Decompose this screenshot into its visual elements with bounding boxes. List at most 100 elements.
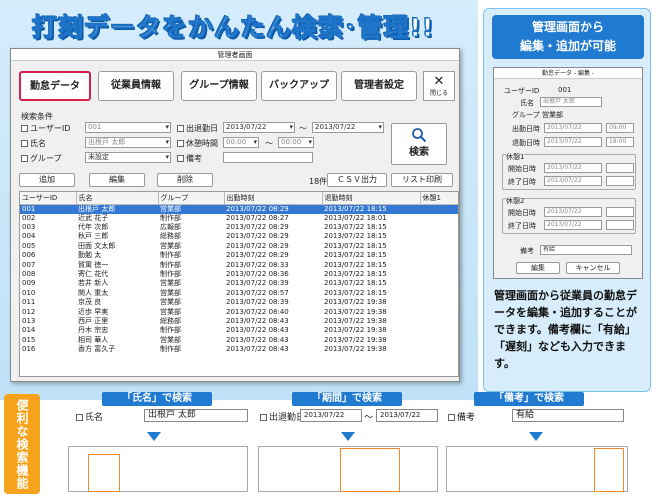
search-button[interactable]: 検索 xyxy=(391,123,447,165)
edit-form-title: 勤怠データ - 編集 - xyxy=(494,68,642,79)
edit-in-date[interactable]: 2013/07/22 xyxy=(544,123,602,133)
table-row[interactable]: 014 丹木 宗忠 制作部 2013/07/22 08:43 2013/07/22 19… xyxy=(20,326,458,335)
break2-start-time[interactable] xyxy=(606,207,634,217)
period-from-input[interactable]: 2013/07/22 xyxy=(300,409,362,422)
break1-start-date[interactable]: 2013/07/22 xyxy=(544,163,602,173)
edit-out-time[interactable]: 18:00 xyxy=(606,137,634,147)
tab-attendance-data[interactable]: 勤怠データ xyxy=(19,71,91,101)
break1-start-label: 開始日時 xyxy=(508,165,536,173)
column-header[interactable]: 出勤時刻 xyxy=(224,192,323,205)
user-id-select[interactable]: 001 xyxy=(85,122,171,133)
break2-start-label: 開始日時 xyxy=(508,209,536,217)
table-cell: 2013/07/22 08:27 xyxy=(226,213,289,222)
memo-input[interactable] xyxy=(223,152,313,163)
table-row[interactable]: 010 関人 重太 営業部 2013/07/22 08:57 2013/07/22 18… xyxy=(20,288,458,298)
date-to-input[interactable]: 2013/07/22 xyxy=(312,122,384,133)
memo-filter[interactable]: 備考 xyxy=(177,153,202,164)
name-checkbox[interactable] xyxy=(21,140,28,147)
table-cell: 2013/07/22 18:15 xyxy=(324,288,387,297)
table-cell: 2013/07/22 18:15 xyxy=(324,270,387,279)
table-row[interactable]: 008 寄仁 花代 制作部 2013/07/22 08:36 2013/07/22 18… xyxy=(20,270,458,279)
table-cell: 2013/07/22 19:38 xyxy=(324,307,387,316)
tab-backup[interactable]: バックアップ xyxy=(261,71,337,101)
edit-in-time[interactable]: 09:00 xyxy=(606,123,634,133)
date-from-input[interactable]: 2013/07/22 xyxy=(223,122,295,133)
user-id-filter[interactable]: ユーザーID xyxy=(21,123,70,134)
break2-start-date[interactable]: 2013/07/22 xyxy=(544,207,602,217)
name-select[interactable]: 出根戸 太郎 xyxy=(85,137,171,148)
break2-end-date[interactable]: 2013/07/22 xyxy=(544,220,602,230)
column-header[interactable]: 退勤時刻 xyxy=(322,192,421,205)
name-search-input[interactable]: 出根戸 太郎 xyxy=(144,409,248,422)
table-row[interactable]: 016 香方 富久子 制作部 2013/07/22 08:43 2013/07/22 1… xyxy=(20,345,458,354)
date-filter[interactable]: 出退勤日 xyxy=(177,123,218,134)
name-search-checkbox[interactable] xyxy=(76,414,83,421)
break-checkbox[interactable] xyxy=(177,140,184,147)
break-from-input[interactable]: 00:00 xyxy=(223,137,259,148)
table-cell: 営業部 xyxy=(160,335,181,344)
csv-export-button[interactable]: ＣＳＶ出力 xyxy=(327,173,387,187)
tab-group-info[interactable]: グループ情報 xyxy=(181,71,257,101)
name-filter[interactable]: 氏名 xyxy=(21,138,46,149)
column-header[interactable]: 氏名 xyxy=(76,192,159,205)
close-button[interactable]: ✕ 閉じる xyxy=(423,71,455,101)
table-cell: 寄仁 花代 xyxy=(78,270,109,279)
table-cell: 広報部 xyxy=(160,223,181,232)
delete-button[interactable]: 削除 xyxy=(157,173,213,187)
table-cell xyxy=(420,223,458,232)
edit-button[interactable]: 編集 xyxy=(89,173,145,187)
edit-user-id-label: ユーザーID xyxy=(504,87,540,95)
column-header[interactable]: グループ xyxy=(158,192,225,205)
memo-search-checkbox[interactable] xyxy=(448,414,455,421)
main-banner: 打刻データをかんたん検索･管理!! 管理者画面 勤怠データ 従業員情報 グループ… xyxy=(0,0,478,400)
table-cell: 2013/07/22 19:38 xyxy=(324,345,387,354)
table-row[interactable]: 003 代年 次郎 広報部 2013/07/22 08:29 2013/07/22 18… xyxy=(20,223,458,232)
table-cell: 2013/07/22 08:29 xyxy=(226,241,289,250)
memo-checkbox[interactable] xyxy=(177,155,184,162)
user-id-label: ユーザーID xyxy=(30,124,71,133)
table-cell: 香方 富久子 xyxy=(78,345,116,354)
table-row[interactable]: 015 相司 華人 営業部 2013/07/22 08:43 2013/07/22 19… xyxy=(20,335,458,345)
table-cell: 2013/07/22 19:38 xyxy=(324,326,387,335)
table-cell xyxy=(420,345,458,354)
table-row[interactable]: 007 賀寓 徳一 制作部 2013/07/22 08:33 2013/07/22 18… xyxy=(20,260,458,269)
table-row[interactable]: 004 秋戸 三郎 総務部 2013/07/22 08:29 2013/07/22 18… xyxy=(20,232,458,241)
column-header[interactable]: ユーザーID xyxy=(20,192,77,205)
edit-name-input[interactable]: 出根戸 太郎 xyxy=(540,97,602,107)
edit-save-button[interactable]: 編集 xyxy=(516,262,560,274)
table-row[interactable]: 005 田面 文太郎 営業部 2013/07/22 08:29 2013/07/22 1… xyxy=(20,241,458,251)
period-to-input[interactable]: 2013/07/22 xyxy=(376,409,438,422)
group-checkbox[interactable] xyxy=(21,155,28,162)
break1-end-date[interactable]: 2013/07/22 xyxy=(544,176,602,186)
group-filter[interactable]: グループ xyxy=(21,153,62,164)
memo-search-input[interactable]: 有給 xyxy=(512,409,624,422)
break2-end-time[interactable] xyxy=(606,220,634,230)
table-cell xyxy=(420,326,458,335)
table-row[interactable]: 013 西戸 正里 総務部 2013/07/22 08:43 2013/07/22 19… xyxy=(20,317,458,326)
edit-cancel-button[interactable]: キャンセル xyxy=(566,262,620,274)
table-row[interactable]: 009 若井 新人 営業部 2013/07/22 08:39 2013/07/22 18… xyxy=(20,279,458,288)
table-row[interactable]: 001 出根戸 太郎 営業部 2013/07/22 08:29 2013/07/22 1… xyxy=(20,204,458,214)
user-id-checkbox[interactable] xyxy=(21,125,28,132)
column-header[interactable]: 休憩1 xyxy=(420,192,458,205)
break-to-input[interactable]: 00:00 xyxy=(278,137,314,148)
date-checkbox[interactable] xyxy=(177,125,184,132)
break1-end-time[interactable] xyxy=(606,176,634,186)
table-row[interactable]: 006 勤勉 太 制作部 2013/07/22 08:29 2013/07/22 18:… xyxy=(20,251,458,260)
table-row[interactable]: 002 近武 花子 制作部 2013/07/22 08:27 2013/07/22 18… xyxy=(20,213,458,223)
break-filter[interactable]: 休憩時間 xyxy=(177,138,218,149)
group-select[interactable]: 未設定 xyxy=(85,152,171,163)
table-cell: 2013/07/22 08:57 xyxy=(226,288,289,297)
add-button[interactable]: 追加 xyxy=(19,173,75,187)
tab-admin-settings[interactable]: 管理者設定 xyxy=(341,71,417,101)
print-list-button[interactable]: リスト印刷 xyxy=(391,173,453,187)
magnifier-icon xyxy=(412,128,427,143)
table-row[interactable]: 011 京茂 良 営業部 2013/07/22 08:39 2013/07/22 19:… xyxy=(20,298,458,307)
edit-out-date[interactable]: 2013/07/22 xyxy=(544,137,602,147)
period-search-checkbox[interactable] xyxy=(260,414,267,421)
edit-memo-input[interactable]: 有給 xyxy=(540,245,632,255)
tab-employee-info[interactable]: 従業員情報 xyxy=(98,71,174,101)
break1-start-time[interactable] xyxy=(606,163,634,173)
table-row[interactable]: 012 近歩 早実 営業部 2013/07/22 08:40 2013/07/22 19… xyxy=(20,307,458,316)
result-count: 18件 xyxy=(309,177,328,186)
